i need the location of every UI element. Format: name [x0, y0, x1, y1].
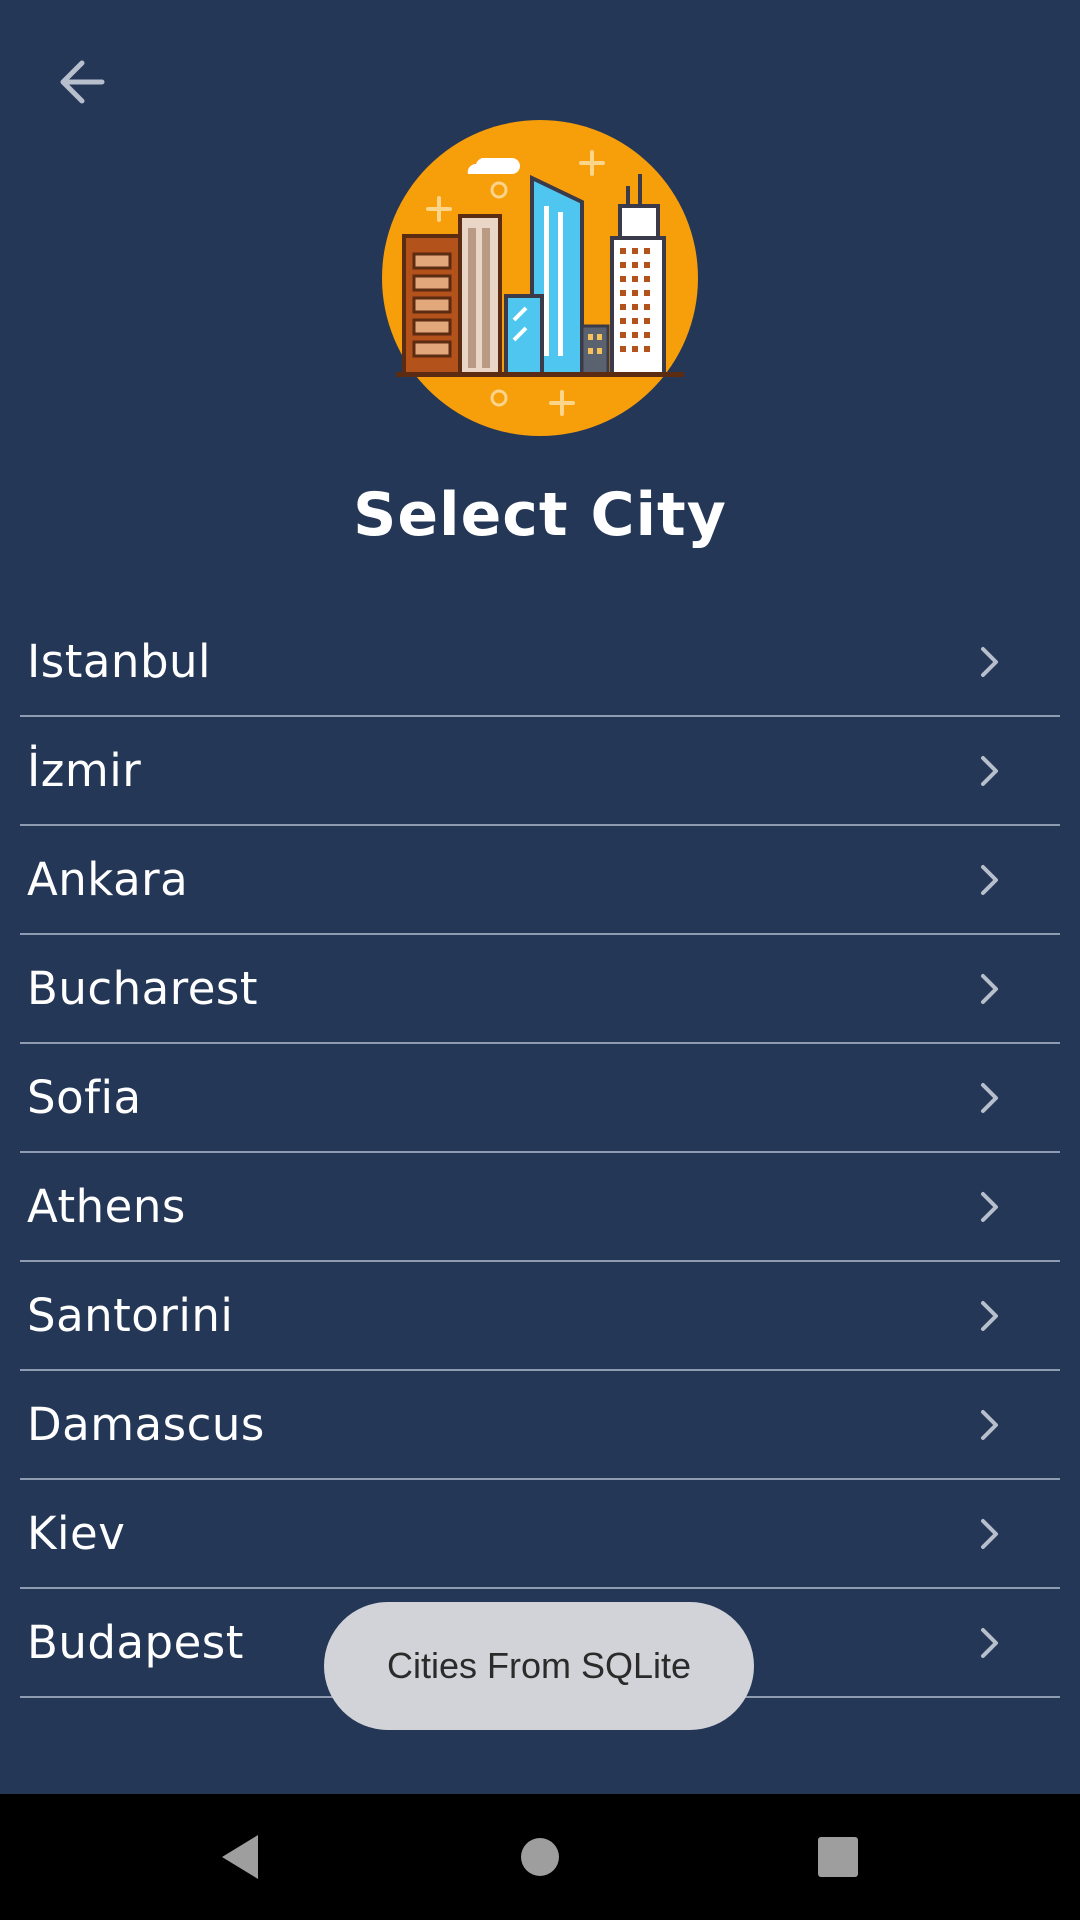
system-navigation-bar [0, 1794, 1080, 1920]
list-item-city[interactable]: Sofia [20, 1044, 1060, 1153]
city-name: Damascus [27, 1398, 265, 1451]
city-name: Kiev [27, 1507, 126, 1560]
chevron-right-icon [981, 1300, 998, 1331]
city-name: Ankara [27, 853, 189, 906]
list-item-city[interactable]: Istanbul [20, 608, 1060, 717]
city-name: Bucharest [27, 962, 259, 1015]
city-name: Athens [27, 1180, 186, 1233]
chevron-right-icon [981, 1518, 998, 1549]
list-item-city[interactable]: Kiev [20, 1480, 1060, 1589]
chevron-right-icon [981, 973, 998, 1004]
chevron-right-icon [981, 755, 998, 786]
chevron-right-icon [981, 1627, 998, 1658]
circle-home-icon [521, 1838, 559, 1876]
list-item-city[interactable]: Damascus [20, 1371, 1060, 1480]
list-item-city[interactable]: Bucharest [20, 935, 1060, 1044]
city-name: Budapest [27, 1616, 244, 1669]
city-name: Santorini [27, 1289, 234, 1342]
list-item-city[interactable]: Ankara [20, 826, 1060, 935]
arrow-left-icon [60, 60, 105, 104]
nav-back-button[interactable] [180, 1794, 300, 1920]
city-name: Istanbul [27, 635, 212, 688]
list-item-city[interactable]: İzmir [20, 717, 1060, 826]
list-item-city[interactable]: Santorini [20, 1262, 1060, 1371]
square-recents-icon [818, 1837, 858, 1877]
page-title: Select City [353, 480, 727, 550]
chevron-right-icon [981, 1082, 998, 1113]
chevron-right-icon [981, 646, 998, 677]
city-buildings-icon [382, 120, 698, 436]
nav-home-button[interactable] [480, 1794, 600, 1920]
nav-recents-button[interactable] [778, 1794, 898, 1920]
city-name: İzmir [27, 744, 142, 797]
chevron-right-icon [981, 1191, 998, 1222]
city-list: Istanbul İzmir Ankara Bucharest Sofia At… [20, 608, 1060, 1698]
back-button[interactable] [40, 40, 124, 124]
toast-message: Cities From SQLite [324, 1602, 754, 1730]
city-name: Sofia [27, 1071, 142, 1124]
chevron-right-icon [981, 864, 998, 895]
chevron-right-icon [981, 1409, 998, 1440]
city-selection-screen: Select City Istanbul İzmir Ankara Buchar… [0, 0, 1080, 1920]
triangle-back-icon [222, 1835, 258, 1879]
list-item-city[interactable]: Athens [20, 1153, 1060, 1262]
